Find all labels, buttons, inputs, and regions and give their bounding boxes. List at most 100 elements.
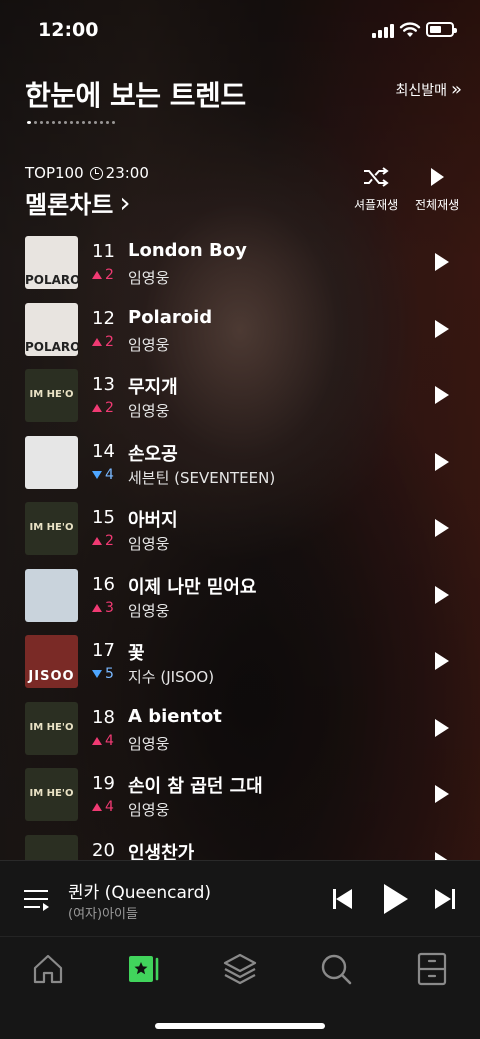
new-release-link[interactable]: 최신발매 » [395, 80, 462, 100]
chart-title-link[interactable]: 멜론차트 › [25, 185, 131, 220]
song-title[interactable]: Polaroid [128, 307, 212, 328]
chart-row[interactable]: JISOO 17 5 꽃 지수 (JISOO) [0, 630, 480, 696]
page-title: 한눈에 보는 트렌드 [25, 79, 246, 112]
rank-number: 11 [92, 241, 115, 262]
song-artist[interactable]: 임영웅 [128, 533, 169, 554]
previous-track-icon[interactable] [333, 889, 353, 909]
search-icon[interactable] [316, 949, 356, 989]
album-art[interactable]: IM HE'O [25, 768, 78, 821]
album-art[interactable]: IM HE'O [25, 369, 78, 422]
song-title[interactable]: 꽃 [128, 639, 145, 665]
rank-number: 14 [92, 440, 115, 462]
song-title[interactable]: 인생찬가 [128, 839, 194, 862]
chart-row[interactable]: IM HE'O 13 2 무지개 임영웅 [0, 364, 480, 430]
rank-change: 4 [92, 799, 114, 815]
rank-change: 2 [92, 400, 114, 416]
update-time: 23:00 [105, 164, 149, 182]
rank-number: 18 [92, 706, 115, 728]
chart-row[interactable]: IM HE'O 15 2 아버지 임영웅 [0, 497, 480, 563]
song-title[interactable]: London Boy [128, 240, 247, 261]
rank-number: 15 [92, 507, 115, 528]
song-title[interactable]: 이제 나만 믿어요 [128, 573, 256, 599]
album-art[interactable] [25, 435, 78, 489]
play-icon[interactable] [435, 718, 449, 737]
rank-number: 19 [92, 773, 115, 794]
album-art-text: IM HE'O [29, 389, 74, 400]
play-icon[interactable] [435, 785, 449, 803]
rank-change: 2 [92, 334, 114, 350]
rank-change-value: 4 [105, 466, 114, 483]
status-time: 12:00 [38, 19, 99, 41]
album-art[interactable] [25, 568, 78, 622]
album-art[interactable]: JISOO [25, 635, 78, 688]
album-art-text: IM HE'O [29, 721, 74, 733]
album-art[interactable]: IM HE'O [25, 502, 78, 555]
rank-change-value: 2 [105, 400, 114, 416]
clock-icon [89, 166, 103, 180]
album-art[interactable] [25, 834, 78, 861]
chart-tab-icon[interactable] [124, 949, 164, 989]
chart-meta: TOP100 23:00 [25, 164, 149, 182]
chart-list[interactable]: POLAROID 11 2 London Boy 임영웅 POLAROID 12 2 Polar… [0, 231, 480, 861]
song-title[interactable]: A bientot [128, 706, 222, 727]
song-title[interactable]: 손이 참 곱던 그대 [128, 772, 263, 798]
home-icon[interactable] [28, 949, 68, 989]
chevron-right-icon: › [119, 185, 131, 219]
song-artist[interactable]: 임영웅 [128, 799, 169, 820]
play-all-button[interactable]: 전체재생 [415, 167, 459, 213]
wifi-icon [399, 22, 421, 37]
next-track-icon[interactable] [435, 889, 455, 909]
play-icon[interactable] [435, 253, 449, 271]
playlist-icon[interactable] [24, 887, 50, 911]
song-artist[interactable]: 임영웅 [128, 733, 169, 754]
storage-drawer-icon[interactable] [412, 949, 452, 989]
play-icon[interactable] [435, 319, 449, 338]
mini-player[interactable]: 퀸카 (Queencard) (여자)아이들 [0, 860, 480, 936]
battery-icon [426, 22, 457, 37]
now-playing-title: 퀸카 (Queencard) [68, 883, 212, 903]
chart-row[interactable]: 20 인생찬가 [0, 830, 480, 862]
rank-number: 20 [92, 839, 115, 861]
album-art[interactable]: POLAROID [25, 236, 78, 289]
song-artist[interactable]: 임영웅 [128, 267, 169, 288]
play-icon[interactable] [435, 519, 449, 537]
play-icon[interactable] [435, 386, 449, 404]
shuffle-play-button[interactable]: 셔플재생 [354, 167, 398, 213]
song-artist[interactable]: 임영웅 [128, 600, 169, 621]
rank-change-value: 4 [105, 732, 114, 749]
play-pause-icon[interactable] [384, 884, 408, 914]
rank-up-icon [92, 537, 102, 545]
play-icon[interactable] [435, 585, 449, 604]
album-art[interactable]: POLAROID [25, 302, 78, 356]
rank-change-value: 4 [105, 799, 114, 815]
status-bar: 12:00 [0, 0, 480, 60]
rank-change-value: 5 [105, 666, 114, 682]
rank-down-icon [92, 470, 102, 479]
chart-row[interactable]: IM HE'O 19 4 손이 참 곱던 그대 임영웅 [0, 763, 480, 829]
play-icon[interactable] [435, 452, 449, 471]
album-art[interactable]: IM HE'O [25, 701, 78, 755]
song-artist[interactable]: 임영웅 [128, 334, 169, 355]
song-title[interactable]: 손오공 [128, 440, 178, 466]
chart-row[interactable]: POLAROID 12 2 Polaroid 임영웅 [0, 298, 480, 364]
album-art-text: IM HE'O [29, 788, 74, 799]
rank-up-icon [92, 337, 102, 346]
song-artist[interactable]: 세븐틴 (SEVENTEEN) [128, 467, 275, 488]
rank-up-icon [92, 271, 102, 279]
album-art-text: JISOO [28, 669, 75, 684]
play-icon[interactable] [435, 652, 449, 670]
rank-change-value: 2 [105, 267, 114, 283]
double-chevron-right-icon: » [450, 79, 462, 100]
rank-up-icon [92, 736, 102, 745]
chart-row[interactable]: POLAROID 11 2 London Boy 임영웅 [0, 231, 480, 297]
song-title[interactable]: 아버지 [128, 506, 178, 532]
song-artist[interactable]: 임영웅 [128, 400, 169, 421]
song-title[interactable]: 무지개 [128, 373, 178, 399]
chart-row[interactable]: 14 4 손오공 세븐틴 (SEVENTEEN) [0, 431, 480, 497]
rank-number: 13 [92, 374, 115, 395]
rank-number: 17 [92, 640, 115, 661]
chart-row[interactable]: IM HE'O 18 4 A bientot 임영웅 [0, 697, 480, 763]
library-layers-icon[interactable] [220, 949, 260, 989]
song-artist[interactable]: 지수 (JISOO) [128, 666, 214, 687]
chart-row[interactable]: 16 3 이제 나만 믿어요 임영웅 [0, 564, 480, 630]
